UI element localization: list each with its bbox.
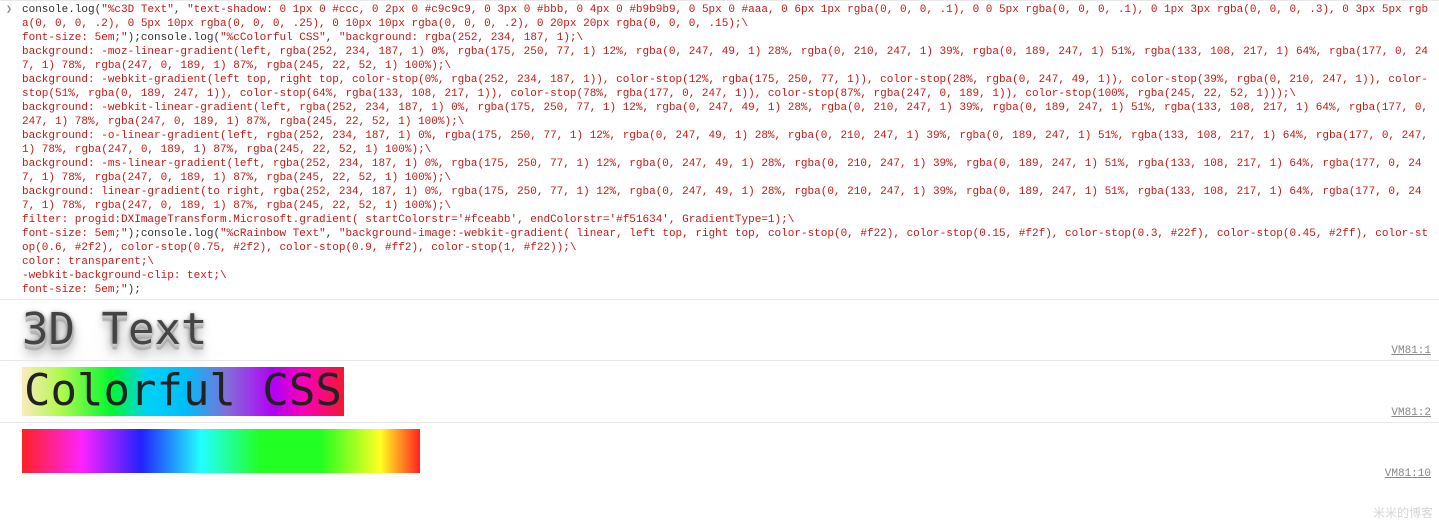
output-rainbow-block [22,429,420,473]
input-arrow-icon: ❯ [6,4,12,16]
source-link[interactable]: VM81:2 [1391,407,1431,419]
watermark-text: 米米的博客 [1373,504,1433,521]
output-3d-text: 3D Text [22,304,207,355]
output-colorful-text: Colorful CSS [22,367,344,415]
console-input-row[interactable]: ❯ console.log("%c3D Text", "text-shadow:… [0,0,1439,299]
source-link[interactable]: VM81:1 [1391,345,1431,357]
input-code: console.log("%c3D Text", "text-shadow: 0… [22,3,1431,297]
console-output-3d: 3D Text VM81:1 [0,299,1439,360]
source-link[interactable]: VM81:10 [1385,468,1431,480]
console-output-rainbow: VM81:10 [0,422,1439,483]
console-output-colorful: Colorful CSS VM81:2 [0,360,1439,421]
